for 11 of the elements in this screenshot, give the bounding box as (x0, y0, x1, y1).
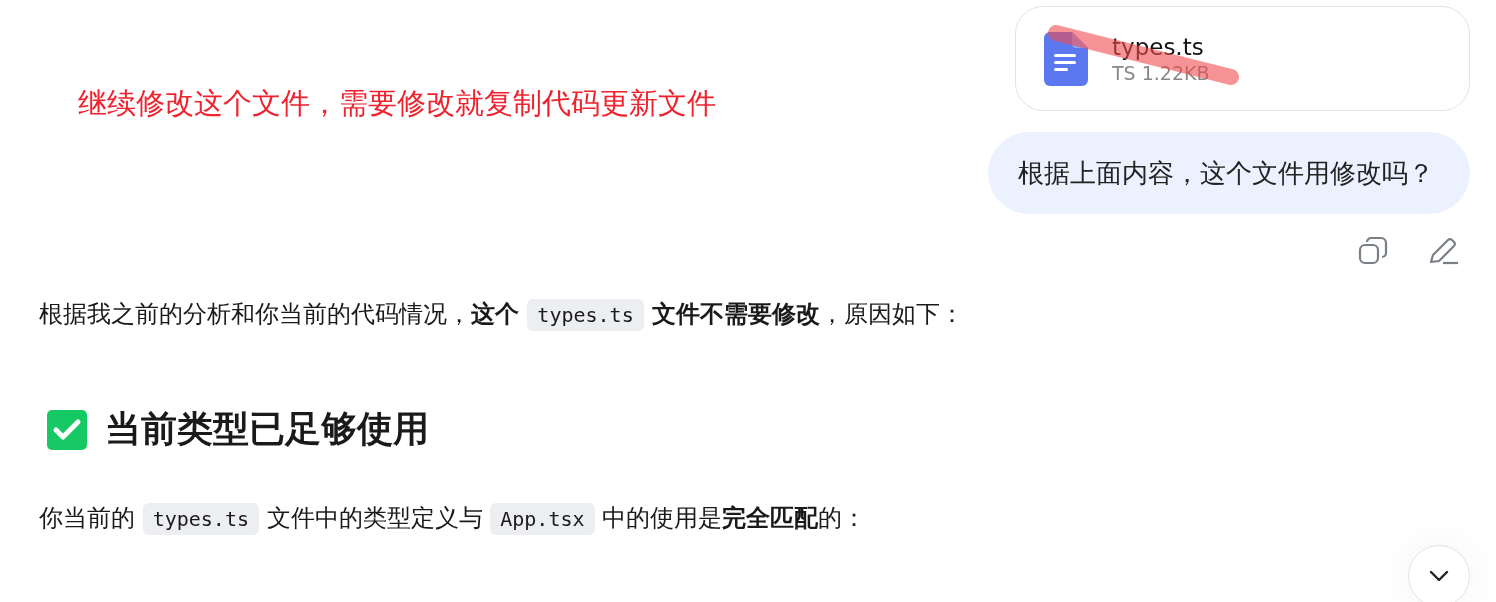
annotation-text: 继续修改这个文件，需要修改就复制代码更新文件 (78, 86, 716, 120)
answer-paragraph: 你当前的 types.ts 文件中的类型定义与 App.tsx 中的使用是完全匹配的： (39, 498, 1496, 539)
edit-icon[interactable] (1428, 236, 1460, 266)
answer-paragraph: 根据我之前的分析和你当前的代码情况，这个 types.ts 文件不需要修改，原因如下： (39, 294, 1496, 335)
section-heading: 当前类型已足够使用 (105, 407, 429, 451)
file-name: types.ts (1112, 33, 1205, 60)
copy-icon[interactable] (1358, 236, 1388, 266)
check-icon (47, 409, 87, 450)
chevron-down-icon (1429, 570, 1449, 582)
user-message: 根据上面内容，这个文件用修改吗？ (988, 132, 1470, 214)
document-icon (1044, 31, 1088, 86)
